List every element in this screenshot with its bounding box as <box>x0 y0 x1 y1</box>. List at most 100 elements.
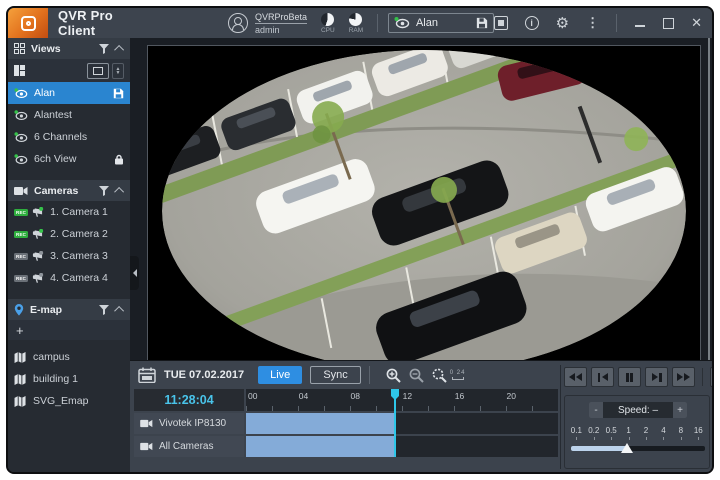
view-item-label: 6ch View <box>34 153 114 165</box>
lock-icon <box>114 154 124 165</box>
zoom-fit-24h-button[interactable]: 0 24 <box>432 368 466 383</box>
emap-section-header[interactable]: E-map <box>8 299 130 320</box>
zoom-out-icon[interactable] <box>409 368 424 383</box>
camera-icon <box>140 442 153 451</box>
next-frame-icon <box>652 373 658 381</box>
camera-item-3[interactable]: REC 3. Camera 3 <box>8 245 130 267</box>
speed-slider-thumb[interactable] <box>621 443 633 453</box>
info-icon[interactable]: i <box>525 16 539 30</box>
current-time: 11:28:04 <box>134 393 244 407</box>
sync-button[interactable]: Sync <box>310 366 360 384</box>
user-account-button[interactable]: QVRProBeta admin <box>228 12 307 35</box>
more-menu-icon[interactable]: ⋮ <box>586 15 599 31</box>
recorded-range-bar[interactable] <box>246 413 395 434</box>
cpu-gauge-icon <box>321 13 334 26</box>
sidebar-collapse-handle[interactable] <box>130 256 139 290</box>
fisheye-camera-image <box>148 46 700 376</box>
ruler-tick: 08 <box>351 391 360 401</box>
emap-item-building1[interactable]: building 1 <box>8 368 130 390</box>
view-item-alantest[interactable]: Alantest <box>8 104 130 126</box>
speed-tick: 16 <box>694 426 703 435</box>
view-layout-icon[interactable] <box>14 65 25 76</box>
views-section-title: Views <box>31 43 99 55</box>
collapse-chevron-icon[interactable] <box>114 187 124 197</box>
zoom-fit-icon <box>432 368 447 383</box>
track-label: Vivotek IP8130 <box>159 418 226 429</box>
ruler-tick: 16 <box>455 391 464 401</box>
divider <box>702 368 703 386</box>
volume-button[interactable] <box>710 367 714 387</box>
next-frame-button[interactable] <box>645 367 668 387</box>
speed-slider[interactable] <box>571 446 705 451</box>
save-icon[interactable] <box>113 88 124 99</box>
cpu-gauge[interactable]: CPU <box>321 13 335 34</box>
map-pin-icon <box>14 304 24 316</box>
pause-button[interactable] <box>618 367 641 387</box>
views-toolbar: ▲▼ <box>8 59 130 82</box>
skip-backward-button[interactable] <box>564 367 587 387</box>
view-item-alan[interactable]: Alan <box>8 82 130 104</box>
ptz-camera-icon <box>31 273 44 284</box>
maximize-button[interactable] <box>663 18 674 29</box>
ptz-camera-icon <box>31 207 44 218</box>
zoom-in-icon[interactable] <box>386 368 401 383</box>
display-select-button[interactable] <box>87 63 109 79</box>
view-item-6chview[interactable]: 6ch View <box>8 148 130 170</box>
previous-frame-icon <box>598 373 601 382</box>
camera-icon <box>14 186 28 196</box>
fullscreen-icon[interactable] <box>494 16 508 30</box>
current-view-selector[interactable]: Alan <box>388 13 494 33</box>
rec-badge: REC <box>14 209 28 216</box>
close-button[interactable]: ✕ <box>691 15 702 31</box>
cpu-gauge-label: CPU <box>321 27 335 34</box>
emap-item-svgemap[interactable]: SVG_Emap <box>8 390 130 412</box>
eye-icon <box>14 132 28 143</box>
playback-controls-panel: - Speed: – + 0.1 0.2 0.5 1 2 4 8 16 <box>564 361 712 473</box>
timeline-ruler[interactable]: 00 04 08 12 16 20 <box>246 389 558 411</box>
eye-icon <box>14 88 28 99</box>
view-item-6channels[interactable]: 6 Channels <box>8 126 130 148</box>
emap-item-campus[interactable]: campus <box>8 346 130 368</box>
timeline-date[interactable]: TUE 07.02.2017 <box>164 369 244 381</box>
ram-gauge[interactable]: RAM <box>349 13 363 34</box>
settings-gear-icon[interactable]: ⚙ <box>556 14 569 32</box>
calendar-icon[interactable] <box>138 367 156 383</box>
timeline-track-row[interactable]: All Cameras <box>134 436 558 457</box>
skip-forward-button[interactable] <box>672 367 695 387</box>
ruler-tick: 12 <box>403 391 412 401</box>
current-time-cell: 11:28:04 <box>134 389 244 411</box>
filter-funnel-icon[interactable] <box>99 44 109 54</box>
recorded-range-bar[interactable] <box>246 436 395 457</box>
speed-slider-fill <box>571 446 627 451</box>
fisheye-video-tile[interactable] <box>147 45 701 377</box>
camera-item-4[interactable]: REC 4. Camera 4 <box>8 267 130 289</box>
speed-increase-button[interactable]: + <box>673 402 687 418</box>
collapse-chevron-icon[interactable] <box>114 45 124 55</box>
eye-icon <box>394 17 410 29</box>
app-title: QVR Pro Client <box>58 8 133 38</box>
save-view-icon[interactable] <box>476 17 488 29</box>
speed-control: - Speed: – + 0.1 0.2 0.5 1 2 4 8 16 <box>564 395 710 469</box>
timeline-track-row[interactable]: Vivotek IP8130 <box>134 413 558 434</box>
filter-funnel-icon[interactable] <box>99 305 109 315</box>
filter-funnel-icon[interactable] <box>99 186 109 196</box>
views-section-header[interactable]: Views <box>8 38 130 59</box>
add-emap-button[interactable]: + <box>8 320 130 340</box>
eye-icon <box>14 154 28 165</box>
cameras-section-header[interactable]: Cameras <box>8 180 130 201</box>
ptz-camera-icon <box>31 229 44 240</box>
speed-tick: 0.5 <box>606 426 617 435</box>
timeline-ruler-row: 11:28:04 00 04 08 12 16 20 <box>134 389 558 411</box>
minimize-button[interactable] <box>634 17 646 29</box>
ram-gauge-icon <box>349 13 362 26</box>
live-button[interactable]: Live <box>258 366 302 384</box>
divider <box>560 365 561 469</box>
display-stepper[interactable]: ▲▼ <box>112 63 124 79</box>
speed-decrease-button[interactable]: - <box>589 402 603 418</box>
rec-badge: REC <box>14 253 28 260</box>
camera-item-1[interactable]: REC 1. Camera 1 <box>8 201 130 223</box>
ruler-glyph <box>452 377 464 380</box>
collapse-chevron-icon[interactable] <box>114 306 124 316</box>
previous-frame-button[interactable] <box>591 367 614 387</box>
camera-item-2[interactable]: REC 2. Camera 2 <box>8 223 130 245</box>
